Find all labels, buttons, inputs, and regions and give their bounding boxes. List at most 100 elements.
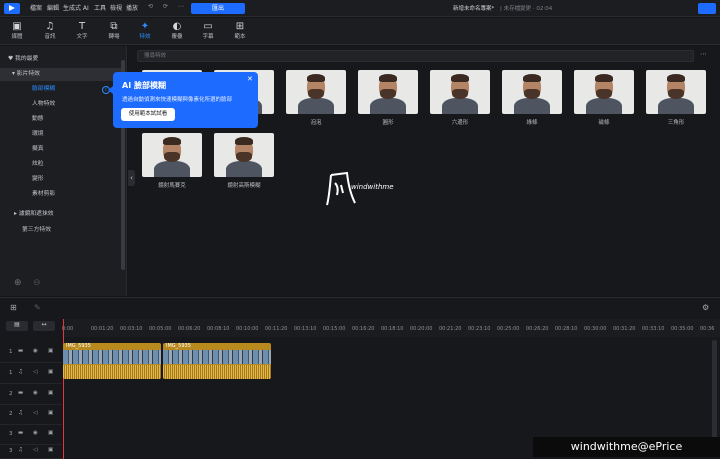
video-track-icon: ▬	[18, 390, 24, 396]
lock-icon[interactable]: ▣	[48, 348, 53, 354]
music-icon: ♫	[18, 369, 23, 375]
sidebar-item-silhouette[interactable]: 素材剪影	[0, 188, 122, 201]
try-template-button[interactable]: 使用範本試試看	[121, 108, 175, 121]
tick-label: 00:35:00	[671, 326, 694, 332]
track-audio-3: 3 ♫ ◁ ▣	[0, 445, 62, 459]
add-track-icon[interactable]: ⊞	[10, 303, 17, 312]
effects-search-input[interactable]: 搜尋特效	[137, 50, 694, 62]
tool-audio[interactable]: ♫ 音訊	[37, 20, 63, 43]
effect-label-circle: 圓形	[382, 120, 394, 126]
tick-label: 00:23:10	[468, 326, 491, 332]
tool-template[interactable]: ⊞ 範本	[227, 20, 253, 43]
tool-subtitle[interactable]: ▭ 字幕	[195, 20, 221, 43]
more-icon[interactable]: ⋯	[178, 3, 184, 10]
fit-timeline-button[interactable]: ↔	[33, 321, 55, 331]
tooltip-title: AI 臉部模糊	[122, 81, 166, 90]
lock-icon[interactable]: ▣	[48, 410, 53, 416]
main-toolbar: ▣ 媒體 ♫ 音訊 T 文字 ⧉ 轉場 ✦ 特效 ◐ 覆疊 ▭ 字幕 ⊞ 範本	[0, 18, 720, 45]
playhead[interactable]	[63, 319, 64, 459]
sidebar-item-people[interactable]: 人物特效	[0, 98, 122, 111]
effect-thumb-circle[interactable]	[358, 70, 418, 114]
clip-waveform	[63, 365, 161, 379]
tick-label: 00:05:00	[149, 326, 172, 332]
effect-thumb-hexagon[interactable]	[430, 70, 490, 114]
eye-icon[interactable]: ◉	[33, 348, 38, 354]
tick-label: 00:30:00	[584, 326, 607, 332]
tool-transition[interactable]: ⧉ 轉場	[101, 20, 127, 43]
tick-label: 00:36	[700, 326, 715, 332]
menu-gen-ai[interactable]: 生成式 AI	[63, 3, 89, 12]
transition-icon: ⧉	[110, 21, 118, 32]
sidebar-item-distort[interactable]: 變形	[0, 173, 122, 186]
tool-text[interactable]: T 文字	[69, 20, 95, 43]
more-options-icon[interactable]: ⋯	[700, 50, 707, 58]
menu-view[interactable]: 檢視	[110, 3, 122, 12]
title-bar: 檔案 編輯 生成式 AI 工具 檢視 播放 ⟲ ⟳ ⋯ 匯出 新增未命名專案* …	[0, 0, 720, 17]
video-clip-1[interactable]: IMG_5935	[63, 343, 161, 379]
undo-icon[interactable]: ⟲	[148, 3, 153, 10]
edit-icon[interactable]: ✎	[34, 303, 41, 312]
tick-label: 00:15:00	[323, 326, 346, 332]
eye-icon[interactable]: ◉	[33, 390, 38, 396]
track-audio-1: 1 ♫ ◁ ▣	[0, 364, 62, 384]
sidebar-favorites[interactable]: ♥ 我的最愛	[0, 53, 122, 66]
speaker-icon[interactable]: ◁	[33, 410, 37, 416]
sidebar-video-effects[interactable]: ▾ 影片特效	[0, 68, 122, 81]
tick-label: 00:31:20	[613, 326, 636, 332]
sidebar-item-motion[interactable]: 動態	[0, 113, 122, 126]
effect-thumb-magnetic[interactable]	[574, 70, 634, 114]
sidebar-item-realistic[interactable]: 擬真	[0, 143, 122, 156]
effect-label-green-bar: 綠條	[526, 120, 538, 126]
eye-icon[interactable]: ◉	[33, 430, 38, 436]
video-track-icon: ▬	[18, 348, 24, 354]
add-folder-icon[interactable]: ⊕	[14, 278, 22, 288]
tick-label: 00:06:20	[178, 326, 201, 332]
effect-label-bubble: 泡泡	[310, 120, 322, 126]
effect-thumb-green-bar[interactable]	[502, 70, 562, 114]
lock-icon[interactable]: ▣	[48, 430, 53, 436]
speaker-icon[interactable]: ◁	[33, 369, 37, 375]
close-icon[interactable]: ✕	[247, 75, 253, 83]
window-button[interactable]	[698, 3, 716, 14]
tool-media[interactable]: ▣ 媒體	[4, 20, 30, 43]
redo-icon[interactable]: ⟳	[163, 3, 168, 10]
remove-folder-icon[interactable]: ⊖	[33, 278, 41, 288]
speaker-icon[interactable]: ◁	[33, 447, 37, 453]
video-clip-2[interactable]: IMG_5935	[163, 343, 271, 379]
sidebar-item-particles[interactable]: 炫粒	[0, 158, 122, 171]
menu-edit[interactable]: 編輯	[47, 3, 59, 12]
menu-play[interactable]: 播放	[126, 3, 138, 12]
sidebar-filters[interactable]: ▸ 濾鏡和遮抹效	[0, 208, 122, 221]
menu-tools[interactable]: 工具	[94, 3, 106, 12]
track-video-1: 1 ▬ ◉ ▣	[0, 343, 62, 363]
effect-thumb-bubble[interactable]	[286, 70, 346, 114]
ai-face-blur-tooltip: AI 臉部模糊 ✕ 透過自動偵測來快速模糊與像素化所選的臉部 使用範本試試看	[108, 72, 258, 128]
tick-label: 00:13:10	[294, 326, 317, 332]
sidebar-item-environment[interactable]: 環境	[0, 128, 122, 141]
effect-thumb-mirror-mosaic[interactable]	[142, 133, 202, 177]
collapse-panel-button[interactable]: ‹	[128, 170, 135, 186]
sidebar-third-party[interactable]: 第三方特效	[0, 224, 122, 237]
effect-thumb-triangle[interactable]	[646, 70, 706, 114]
effect-thumb-mirror-gaussian[interactable]	[214, 133, 274, 177]
settings-icon[interactable]: ⚙	[702, 303, 709, 312]
export-button[interactable]: 匯出	[191, 3, 245, 14]
effect-label-triangle: 三角形	[667, 120, 685, 126]
menu-file[interactable]: 檔案	[30, 3, 42, 12]
tool-overlay[interactable]: ◐ 覆疊	[164, 20, 190, 43]
tick-label: 00:20:00	[410, 326, 433, 332]
audio-icon: ♫	[45, 21, 55, 32]
effects-sidebar: ♥ 我的最愛 ▾ 影片特效 臉部模糊 i 人物特效 動態 環境 擬真 炫粒 變形…	[0, 46, 127, 296]
track-view-button[interactable]: ▤	[6, 321, 28, 331]
lock-icon[interactable]: ▣	[48, 447, 53, 453]
project-meta: | 未存檔變更 · 02:04	[500, 6, 553, 12]
clip-waveform	[163, 365, 271, 379]
tool-effect[interactable]: ✦ 特效	[132, 20, 158, 43]
tick-label: 00:11:20	[265, 326, 288, 332]
watermark-text: windwithme	[351, 183, 394, 191]
overlay-icon: ◐	[172, 21, 182, 32]
source-credit: windwithme@ePrice	[533, 437, 720, 457]
tick-label: 00:18:10	[381, 326, 404, 332]
lock-icon[interactable]: ▣	[48, 390, 53, 396]
lock-icon[interactable]: ▣	[48, 369, 53, 375]
